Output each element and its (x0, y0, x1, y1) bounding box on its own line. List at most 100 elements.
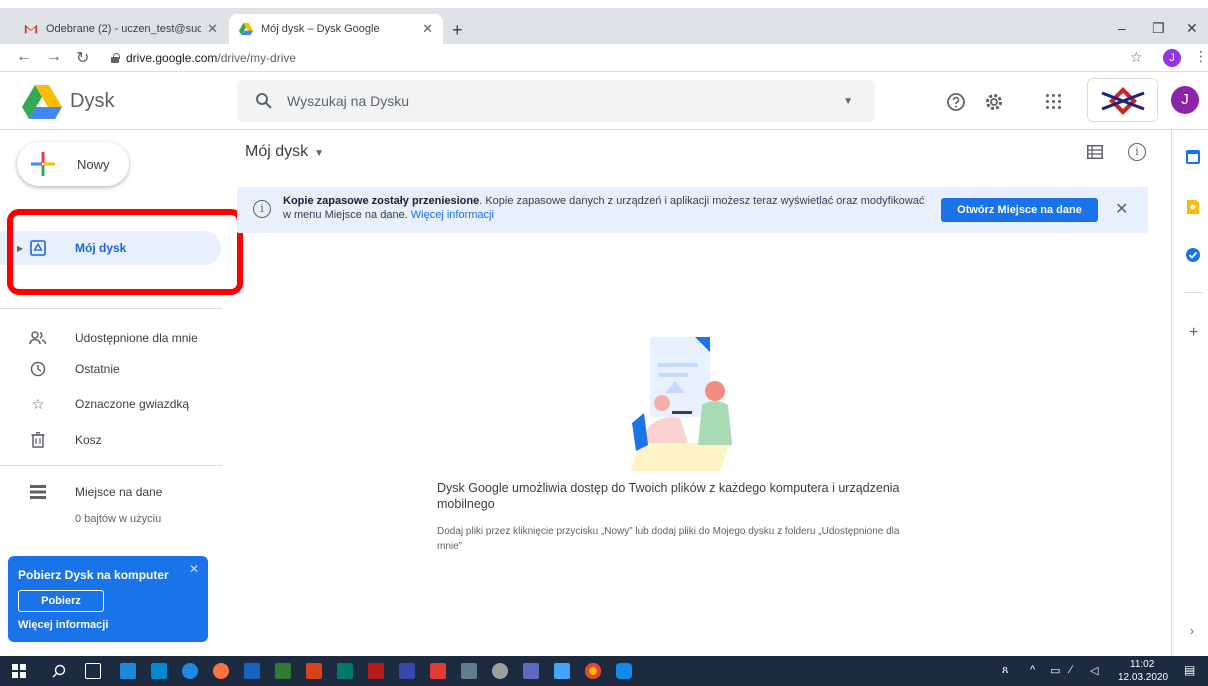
calculator-icon[interactable] (461, 663, 477, 679)
side-panel-divider (1185, 292, 1203, 293)
network-icon[interactable]: ▭ (1050, 664, 1060, 677)
bookmark-star-icon[interactable]: ☆ (1130, 49, 1143, 66)
app-name[interactable]: Dysk (70, 90, 114, 113)
minimize-icon[interactable]: – (1118, 20, 1126, 36)
open-storage-button[interactable]: Otwórz Miejsce na dane (941, 198, 1098, 222)
help-icon[interactable] (946, 92, 966, 112)
people-tray-icon[interactable]: ጸ (1002, 664, 1008, 677)
powerpoint-icon[interactable] (306, 663, 322, 679)
lock-icon (110, 53, 120, 63)
notifications-icon[interactable]: ▤ (1184, 663, 1195, 677)
forward-icon[interactable]: → (46, 48, 62, 66)
search-bar[interactable]: Wyszukaj na Dysku ▼ (237, 80, 875, 122)
page-title-text: Mój dysk (245, 143, 309, 160)
sidebar-item-label: Udostępnione dla mnie (75, 331, 198, 345)
sidebar-item-trash[interactable]: Kosz (0, 423, 222, 457)
reload-icon[interactable]: ↻ (76, 48, 89, 68)
notice-more-info-link[interactable]: Więcej informacji (411, 209, 494, 221)
gmail-icon (24, 24, 38, 34)
settings-app-icon[interactable] (492, 663, 508, 679)
publisher-icon[interactable] (337, 663, 353, 679)
title-dropdown-icon[interactable]: ▼ (314, 148, 324, 159)
info-icon: i (253, 200, 271, 218)
get-addons-plus-icon[interactable]: + (1189, 324, 1198, 342)
list-view-icon[interactable] (1087, 145, 1103, 159)
new-button[interactable]: Nowy (17, 142, 129, 186)
details-info-icon[interactable]: i (1128, 143, 1146, 161)
new-button-label: Nowy (77, 156, 110, 172)
taskbar-search-icon[interactable] (52, 664, 66, 678)
empty-drive-illustration (630, 337, 732, 471)
backup-notice-banner: i Kopie zapasowe zostały przeniesione. K… (237, 187, 1148, 233)
download-button[interactable]: Pobierz (18, 590, 104, 612)
edge-browser-icon[interactable] (182, 663, 198, 679)
url-field[interactable]: drive.google.com /drive/my-drive (110, 46, 1110, 70)
calendar-icon[interactable] (1186, 150, 1200, 164)
new-tab-icon[interactable]: + (452, 20, 463, 41)
page-title[interactable]: Mój dysk ▼ (245, 143, 324, 161)
promo-more-info-link[interactable]: Więcej informacji (18, 619, 108, 631)
show-hidden-icons-chevron[interactable]: ^ (1030, 664, 1035, 676)
account-avatar[interactable]: J (1171, 86, 1199, 114)
url-host: drive.google.com (126, 51, 218, 65)
chrome-icon[interactable] (585, 663, 601, 679)
notice-close-icon[interactable]: ✕ (1115, 199, 1128, 219)
apps-grid-icon[interactable] (1046, 94, 1062, 110)
pen-icon[interactable]: ∕ (1070, 664, 1072, 676)
download-drive-promo: Pobierz Dysk na komputer ✕ Pobierz Więce… (8, 556, 208, 642)
firefox-icon[interactable] (213, 663, 229, 679)
sidebar-divider (0, 465, 222, 466)
restore-icon[interactable]: ❐ (1152, 20, 1165, 37)
star-icon: ☆ (31, 395, 45, 412)
notice-bold-text: Kopie zapasowe zostały przeniesione (283, 195, 480, 207)
drive-header: Dysk Wyszukaj na Dysku ▼ J (0, 72, 1208, 130)
clock-time[interactable]: 11:02 (1130, 659, 1154, 670)
volume-icon[interactable]: ◁ (1090, 664, 1098, 677)
shared-people-icon (28, 328, 48, 348)
sidebar-item-recent[interactable]: Ostatnie (0, 352, 222, 386)
browser-profile-avatar[interactable]: J (1163, 49, 1181, 67)
word-icon[interactable] (244, 663, 260, 679)
app-icon[interactable] (523, 663, 539, 679)
file-explorer-icon[interactable] (120, 663, 136, 679)
browser-menu-icon[interactable]: ⋮ (1194, 48, 1208, 65)
search-options-icon[interactable]: ▼ (843, 96, 853, 107)
clock-date[interactable]: 12.03.2020 (1118, 672, 1168, 683)
excel-icon[interactable] (275, 663, 291, 679)
settings-gear-icon[interactable] (984, 92, 1004, 112)
save-disk-icon[interactable] (399, 663, 415, 679)
sidebar-divider (0, 308, 222, 309)
access-icon[interactable] (368, 663, 384, 679)
windows-taskbar: ጸ ^ ▭ ∕ ◁ 11:02 12.03.2020 ▤ (0, 656, 1208, 686)
back-icon[interactable]: ← (16, 48, 32, 66)
address-bar-row: ← → ↻ drive.google.com /drive/my-drive ☆… (0, 44, 1208, 72)
sidebar-item-starred[interactable]: ☆ Oznaczone gwiazdką (0, 387, 222, 421)
drive-logo-icon[interactable] (22, 85, 62, 119)
keep-icon[interactable] (1186, 200, 1200, 214)
promo-close-icon[interactable]: ✕ (189, 562, 199, 576)
close-icon[interactable]: ✕ (422, 21, 433, 37)
close-icon[interactable]: ✕ (207, 21, 218, 37)
search-input[interactable]: Wyszukaj na Dysku (287, 93, 843, 109)
windows-start-icon[interactable] (12, 664, 26, 678)
sidebar-item-shared-with-me[interactable]: Udostępnione dla mnie (0, 321, 222, 355)
sidebar-item-label: Miejsce na dane (75, 485, 163, 499)
tab-drive[interactable]: Mój dysk – Dysk Google ✕ (229, 14, 443, 44)
promo-title: Pobierz Dysk na komputer (18, 568, 169, 582)
search-icon[interactable] (255, 92, 273, 110)
app-icon[interactable] (554, 663, 570, 679)
task-view-icon[interactable] (85, 663, 101, 679)
app-icon[interactable] (430, 663, 446, 679)
top-banner (0, 0, 1208, 8)
tab-gmail[interactable]: Odebrane (2) - uczen_test@such ✕ (14, 14, 228, 44)
sidebar-item-storage[interactable]: Miejsce na dane (0, 475, 222, 509)
organization-logo[interactable] (1087, 78, 1158, 122)
highlight-annotation-box (7, 209, 243, 295)
sidebar-item-label: Ostatnie (75, 362, 120, 376)
collapse-panel-chevron-icon[interactable]: › (1190, 624, 1194, 638)
window-close-icon[interactable]: ✕ (1186, 20, 1198, 37)
storage-usage-text: 0 bajtów w użyciu (75, 513, 162, 525)
tasks-icon[interactable] (1186, 248, 1200, 262)
mail-app-icon[interactable] (151, 663, 167, 679)
teamviewer-icon[interactable] (616, 663, 632, 679)
